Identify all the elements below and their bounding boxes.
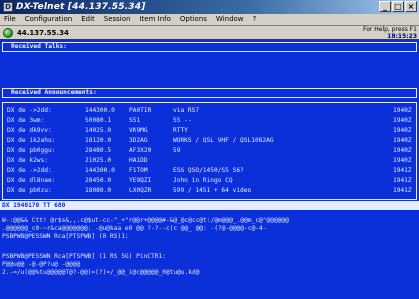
window-controls: _ □ × (379, 1, 417, 12)
announcements-header: Received Announcements: (2, 88, 417, 98)
spot-spotter: DX de pb0ggu: (7, 147, 56, 154)
menu-window[interactable]: Window (216, 14, 244, 25)
spot-row[interactable]: DX de dk9vv: 14025.0 VK9MG RTTY 1940Z (7, 126, 416, 135)
menu-item-info[interactable]: Item Info (139, 14, 170, 25)
spot-frequency: 14025.0 (85, 127, 112, 134)
command-echo-line: DX 1940170 TT 680 (0, 201, 419, 210)
terminal-line: PSBPWB@PESSWN Rca[PTSPWB] (0 RS)1: (2, 233, 129, 240)
spot-spotter: DX de k2ws: (7, 157, 48, 164)
spot-frequency: 21025.0 (85, 157, 112, 164)
spot-spotter: DX de ->2dd: (7, 167, 52, 174)
spot-row[interactable]: DX de ->2dd: 144300.0 PA0TIR via RS7 194… (7, 106, 416, 115)
spot-comment: John in Ringo CQ (173, 177, 233, 184)
spot-comment: via RS7 (173, 107, 200, 114)
spot-time: 1940Z (393, 157, 412, 164)
spot-row[interactable]: DX de k2ws: 21025.0 HA1DD 1940Z (7, 156, 416, 165)
app-icon[interactable]: D (3, 2, 13, 12)
spot-row[interactable]: DX de 3wm: 50080.1 S51 55 -- 1940Z (7, 116, 416, 125)
spot-comment: RTTY (173, 127, 188, 134)
help-hint: For Help, press F1 18:15:23 (363, 26, 417, 40)
connection-bar: 44.137.55.34 For Help, press F1 18:15:23 (0, 25, 419, 40)
spot-comment: 55 -- (173, 117, 192, 124)
spot-spotter: DX de dk9vv: (7, 127, 52, 134)
spot-spotter: DX de dl8nae: (7, 177, 56, 184)
menu-configuration[interactable]: Configuration (25, 14, 72, 25)
spot-callsign: S51 (129, 117, 141, 124)
maximize-button[interactable]: □ (392, 1, 404, 12)
menu-options[interactable]: Options (180, 14, 207, 25)
title-bar: D DX-Telnet [44.137.55.34] _ □ × (0, 0, 419, 14)
terminal-line: P@@u@@ -@-@P?u@ -@@@@ (2, 261, 81, 268)
spot-time: 1940Z (393, 147, 412, 154)
spot-time: 1940Z (393, 127, 412, 134)
menu-bar: File Configuration Edit Session Item Inf… (0, 14, 419, 25)
connection-ip: 44.137.55.34 (17, 28, 69, 37)
close-button[interactable]: × (405, 1, 417, 12)
help-text: For Help, press F1 (362, 26, 417, 33)
terminal-line: .@@@@@@_c0-~r&ca@@@@@@@: -@u@kaa e0 @@ ?… (2, 225, 267, 232)
spot-time: 1940Z (393, 137, 412, 144)
spot-time: 1941Z (393, 167, 412, 174)
spot-callsign: PA0TIR (129, 107, 152, 114)
connection-status-icon[interactable] (3, 27, 13, 38)
spot-row[interactable]: DX de dl8nae: 28450.0 YE9QZI John in Rin… (7, 176, 416, 185)
spot-time: 1940Z (393, 107, 412, 114)
spot-comment: WORKS / QSL VHF / QSL1082AG (173, 137, 274, 144)
terminal-line: PSBPWB@PESSWN Rca[PTSPWB] (1 RS 5G) PinC… (2, 253, 166, 260)
spot-callsign: YE9QZI (129, 177, 152, 184)
spot-spotter: DX de ik2ahu: (7, 137, 56, 144)
spot-frequency: 50080.1 (85, 117, 112, 124)
terminal-line: W-:@@&& Ctt! @r$s&,,.c@$ut-cc-"_+"r@@r+@… (2, 217, 289, 224)
spot-row[interactable]: DX de pb0zu: 18080.0 LX0QZR 599 / 1451 +… (7, 186, 416, 195)
spot-time: 1941Z (393, 187, 412, 194)
spot-callsign: AF3X20 (129, 147, 152, 154)
menu-help[interactable]: ? (253, 14, 257, 25)
spot-spotter: DX de 3wm: (7, 117, 45, 124)
spot-frequency: 28450.0 (85, 177, 112, 184)
spot-callsign: HA1DD (129, 157, 148, 164)
spot-spotter: DX de ->2dd: (7, 107, 52, 114)
window-title: DX-Telnet [44.137.55.34] (16, 2, 146, 12)
spot-callsign: 3D2AG (129, 137, 148, 144)
talks-header: Received Talks: (2, 42, 417, 52)
spots-panel: DX de ->2dd: 144300.0 PA0TIR via RS7 194… (2, 102, 417, 200)
spot-comment: 59 (173, 147, 181, 154)
spot-frequency: 18120.0 (85, 137, 112, 144)
spot-time: 1941Z (393, 177, 412, 184)
menu-session[interactable]: Session (104, 14, 131, 25)
spot-comment: ESG QSO/1450/S5 S6? (173, 167, 244, 174)
spot-row[interactable]: DX de ik2ahu: 18120.0 3D2AG WORKS / QSL … (7, 136, 416, 145)
terminal-screen[interactable]: Received Talks: Received Announcements: … (0, 39, 419, 299)
spot-spotter: DX de pb0zu: (7, 187, 52, 194)
spot-row[interactable]: DX de pb0ggu: 28480.5 AF3X20 59 1940Z (7, 146, 416, 155)
spot-comment: 599 / 1451 + 64 video (173, 187, 252, 194)
minimize-button[interactable]: _ (379, 1, 391, 12)
spot-time: 1940Z (393, 117, 412, 124)
spot-row[interactable]: DX de ->2dd: 144300.0 F1TOM ESG QSO/1450… (7, 166, 416, 175)
spot-callsign: F1TOM (129, 167, 148, 174)
spot-frequency: 144300.0 (85, 107, 115, 114)
spot-frequency: 144300.0 (85, 167, 115, 174)
spot-callsign: VK9MG (129, 127, 148, 134)
spot-callsign: LX0QZR (129, 187, 152, 194)
spot-frequency: 18080.0 (85, 187, 112, 194)
spot-frequency: 28480.5 (85, 147, 112, 154)
menu-file[interactable]: File (4, 14, 16, 25)
menu-edit[interactable]: Edit (81, 14, 95, 25)
terminal-input-line[interactable]: 2.-=/u(@@%tu@@@@@T@?-@@)=(?)=/_@@_i@c@@@… (2, 269, 417, 277)
